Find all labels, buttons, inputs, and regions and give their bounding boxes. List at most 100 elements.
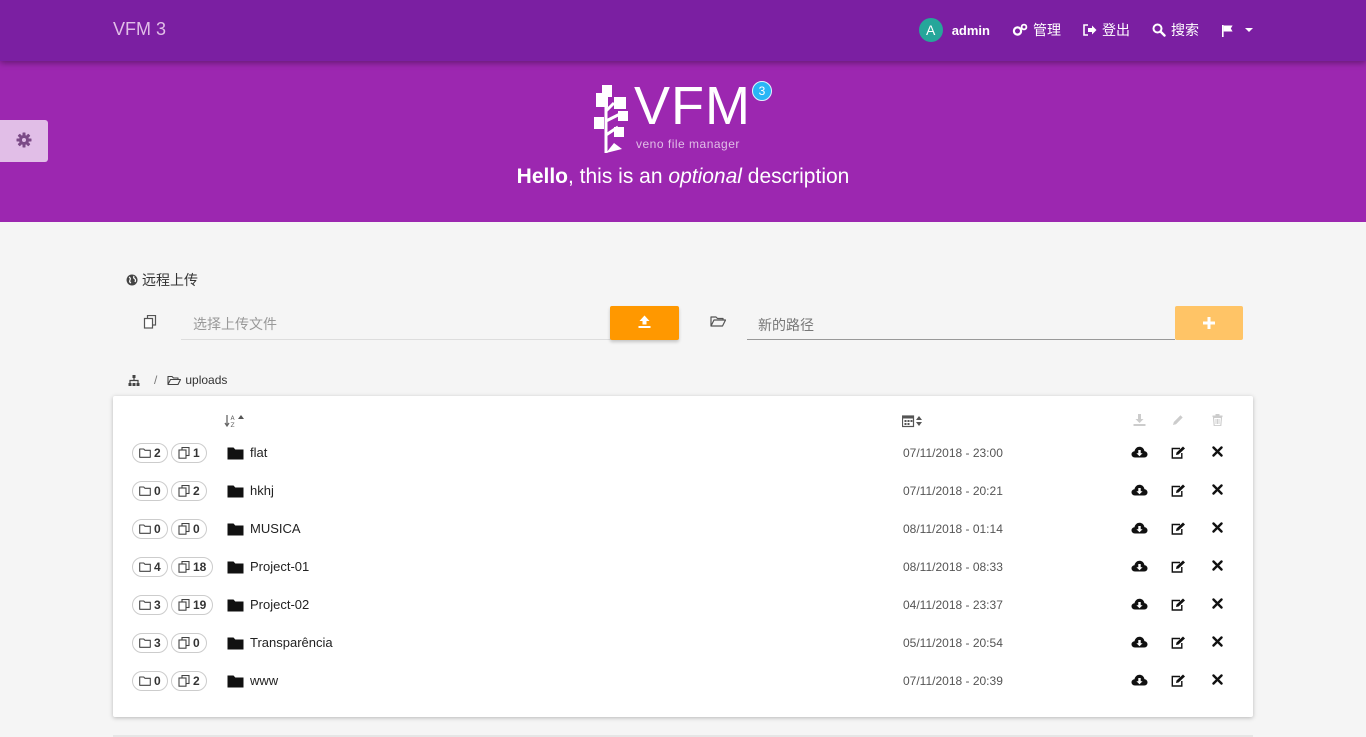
new-path-input[interactable]: 新的路径 xyxy=(747,306,1175,340)
nav-menu: A admin 管理 登出 搜索 xyxy=(918,17,1253,43)
file-list-table: AZ 2 1 flat 07/11/2018 - 23:00 0 2 hkhj … xyxy=(113,396,1253,717)
file-count: 0 xyxy=(193,636,200,650)
file-select-input[interactable]: 选择上传文件 xyxy=(181,306,611,340)
folder-icon xyxy=(227,484,244,498)
breadcrumb-current[interactable]: uploads xyxy=(185,373,227,387)
language-dropdown[interactable] xyxy=(1221,24,1253,37)
edit-button[interactable] xyxy=(1171,598,1186,611)
table-row[interactable]: 0 2 hkhj 07/11/2018 - 20:21 xyxy=(113,472,1253,510)
close-icon xyxy=(1212,522,1223,533)
file-count: 19 xyxy=(193,598,207,612)
delete-button[interactable] xyxy=(1212,636,1223,647)
file-count-badge[interactable]: 2 xyxy=(171,671,207,691)
download-button[interactable] xyxy=(1131,674,1148,687)
edit-button[interactable] xyxy=(1171,560,1186,573)
cloud-download-icon xyxy=(1131,446,1148,458)
app-title[interactable]: VFM 3 xyxy=(113,19,166,40)
file-count-badge[interactable]: 19 xyxy=(171,595,214,615)
files-icon xyxy=(178,447,190,459)
settings-button[interactable] xyxy=(0,120,48,162)
download-button[interactable] xyxy=(1131,636,1148,649)
edit-button[interactable] xyxy=(1171,484,1186,497)
table-row[interactable]: 0 2 www 07/11/2018 - 20:39 xyxy=(113,662,1253,700)
desc-part2: description xyxy=(741,165,850,188)
download-button[interactable] xyxy=(1131,446,1148,459)
table-row[interactable]: 2 1 flat 07/11/2018 - 23:00 xyxy=(113,434,1253,472)
search-link[interactable]: 搜索 xyxy=(1152,20,1199,40)
folder-link[interactable]: Project-02 xyxy=(227,597,309,612)
folder-link[interactable]: hkhj xyxy=(227,483,274,498)
folder-link[interactable]: Transparência xyxy=(227,635,333,650)
table-row[interactable]: 3 0 Transparência 05/11/2018 - 20:54 xyxy=(113,624,1253,662)
file-count-badge[interactable]: 2 xyxy=(171,481,207,501)
close-icon xyxy=(1212,560,1223,571)
svg-text:A: A xyxy=(231,415,236,422)
upload-button[interactable] xyxy=(610,306,679,340)
delete-button[interactable] xyxy=(1212,674,1223,685)
delete-button[interactable] xyxy=(1212,560,1223,571)
upload-bar: 选择上传文件 新的路径 xyxy=(113,306,1253,340)
edit-icon xyxy=(1171,674,1185,687)
delete-button[interactable] xyxy=(1212,522,1223,533)
user-menu[interactable]: A admin xyxy=(918,18,990,42)
folder-outline-icon xyxy=(139,524,151,534)
globe-icon xyxy=(126,274,138,286)
subfolder-count-badge[interactable]: 4 xyxy=(132,557,168,577)
folder-link[interactable]: flat xyxy=(227,445,267,460)
folder-name: hkhj xyxy=(250,483,274,498)
flag-icon xyxy=(1221,24,1234,37)
download-button[interactable] xyxy=(1131,522,1148,535)
download-button[interactable] xyxy=(1131,484,1148,497)
search-icon xyxy=(1152,23,1166,37)
subfolder-count-badge[interactable]: 2 xyxy=(132,443,168,463)
remote-upload-toggle[interactable]: 远程上传 xyxy=(126,270,198,290)
delete-button[interactable] xyxy=(1212,598,1223,609)
remote-upload-label: 远程上传 xyxy=(142,272,198,288)
edit-button[interactable] xyxy=(1171,636,1186,649)
table-row[interactable]: 0 0 MUSICA 08/11/2018 - 01:14 xyxy=(113,510,1253,548)
table-header: AZ xyxy=(113,414,1253,430)
trash-header-icon xyxy=(1212,414,1223,426)
logout-link[interactable]: 登出 xyxy=(1083,20,1130,40)
edit-icon xyxy=(1171,446,1185,459)
delete-button[interactable] xyxy=(1212,484,1223,495)
breadcrumb: / uploads xyxy=(128,373,227,387)
subfolder-count: 0 xyxy=(154,522,161,536)
folder-link[interactable]: MUSICA xyxy=(227,521,301,536)
subfolder-count-badge[interactable]: 3 xyxy=(132,633,168,653)
subfolder-count-badge[interactable]: 0 xyxy=(132,481,168,501)
download-button[interactable] xyxy=(1131,598,1148,611)
file-count-badge[interactable]: 1 xyxy=(171,443,207,463)
sort-by-date-button[interactable] xyxy=(902,414,926,428)
sitemap-icon[interactable] xyxy=(128,374,140,386)
file-count-badge[interactable]: 0 xyxy=(171,519,207,539)
admin-label: 管理 xyxy=(1033,22,1061,38)
subfolder-count-badge[interactable]: 0 xyxy=(132,519,168,539)
cloud-download-icon xyxy=(1131,484,1148,496)
subfolder-count-badge[interactable]: 3 xyxy=(132,595,168,615)
admin-link[interactable]: 管理 xyxy=(1012,20,1061,40)
subfolder-count-badge[interactable]: 0 xyxy=(132,671,168,691)
delete-button[interactable] xyxy=(1212,446,1223,457)
cloud-download-icon xyxy=(1131,522,1148,534)
folder-link[interactable]: Project-01 xyxy=(227,559,309,574)
table-row[interactable]: 4 18 Project-01 08/11/2018 - 08:33 xyxy=(113,548,1253,586)
close-icon xyxy=(1212,636,1223,647)
edit-button[interactable] xyxy=(1171,446,1186,459)
table-row[interactable]: 3 19 Project-02 04/11/2018 - 23:37 xyxy=(113,586,1253,624)
sort-by-name-button[interactable]: AZ xyxy=(224,414,248,428)
file-count-badge[interactable]: 18 xyxy=(171,557,214,577)
files-icon xyxy=(178,675,190,687)
edit-icon xyxy=(1171,522,1185,535)
user-avatar: A xyxy=(918,18,943,42)
file-count-badge[interactable]: 0 xyxy=(171,633,207,653)
folder-outline-icon xyxy=(139,562,151,572)
edit-button[interactable] xyxy=(1171,522,1186,535)
edit-button[interactable] xyxy=(1171,674,1186,687)
chevron-down-icon xyxy=(1245,28,1253,32)
file-count: 1 xyxy=(193,446,200,460)
folder-name: www xyxy=(250,673,279,688)
add-folder-button[interactable] xyxy=(1175,306,1243,340)
folder-link[interactable]: www xyxy=(227,673,278,688)
download-button[interactable] xyxy=(1131,560,1148,573)
